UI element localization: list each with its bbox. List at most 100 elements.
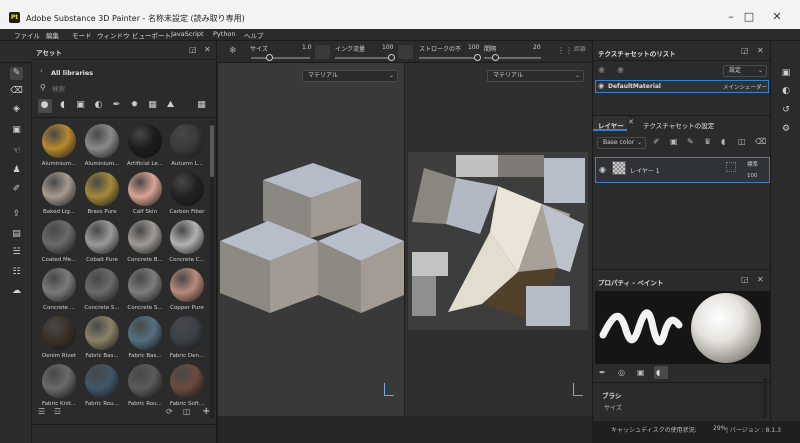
filter-filter-icon[interactable]: ◐ <box>93 100 104 111</box>
smart-material-filter-icon[interactable]: ◖ <box>57 100 68 111</box>
sort-icon[interactable]: ☰ <box>38 407 45 416</box>
asset-thumbnail[interactable] <box>85 268 119 302</box>
asset-thumbnail[interactable] <box>170 316 204 350</box>
layer-row[interactable]: ◉ レイヤー 1 標準 100 <box>595 157 770 183</box>
smudge-icon[interactable]: ☜ <box>10 145 23 158</box>
library-selector[interactable]: All libraries <box>51 69 93 77</box>
asset-thumbnail[interactable] <box>128 364 162 398</box>
asset-thumbnail[interactable] <box>170 268 204 302</box>
texture-filter-icon[interactable]: ▦ <box>147 100 158 111</box>
visibility-icon[interactable]: ◉ <box>617 65 624 74</box>
search-input[interactable] <box>52 83 212 94</box>
particle-filter-icon[interactable]: ✹ <box>129 100 140 111</box>
asset-thumbnail[interactable] <box>85 316 119 350</box>
flow-slider-handle[interactable] <box>388 54 395 61</box>
texture-set-row[interactable]: ◉ DefaultMaterial メインシェーダー <box>595 80 769 93</box>
eye-icon[interactable]: ◉ <box>598 65 605 74</box>
asset-thumbnail[interactable] <box>128 316 162 350</box>
geometry-mask-icon[interactable]: ▣ <box>10 124 23 137</box>
stencil-icon[interactable]: ▣ <box>637 368 645 377</box>
mask-filter-icon[interactable]: ▣ <box>75 100 86 111</box>
blend-mode[interactable]: 標準 <box>747 160 758 168</box>
channel-dropdown[interactable]: Base color ⌄ <box>597 137 646 149</box>
render-icon[interactable]: ▤ <box>10 228 23 241</box>
document-icon[interactable]: ☷ <box>10 266 23 279</box>
grid-view-icon[interactable]: ▦ <box>196 100 207 111</box>
float-panel-icon[interactable]: ◲ <box>741 275 749 284</box>
alpha-icon[interactable]: ◎ <box>618 368 625 377</box>
folder-icon[interactable]: ◫ <box>183 407 191 416</box>
add-effect-icon[interactable]: ✐ <box>653 137 660 146</box>
brush-filter-icon[interactable]: ✒ <box>111 100 122 111</box>
menu-javascript[interactable]: JavaScript <box>171 30 204 38</box>
clone-icon[interactable]: ♟ <box>10 164 23 177</box>
layer-mask-slot[interactable] <box>726 162 736 172</box>
shelf-icon[interactable]: ☱ <box>10 246 23 259</box>
asset-thumbnail[interactable] <box>128 268 162 302</box>
display-settings-icon[interactable]: ☁ <box>10 285 23 298</box>
stroke-opacity-slider[interactable] <box>419 57 479 59</box>
flow-value[interactable]: 100 <box>382 44 393 51</box>
display-icon[interactable]: ◐ <box>779 84 793 98</box>
spacing-value[interactable]: 20 <box>533 44 541 51</box>
add-paint-layer-icon[interactable]: ✎ <box>687 137 694 146</box>
float-panel-icon[interactable]: ◲ <box>189 45 197 54</box>
lazy-mouse-icon[interactable]: ⋮⋮ <box>557 46 573 58</box>
flow-slider[interactable] <box>335 57 393 59</box>
material-icon[interactable]: ◖ <box>656 368 660 377</box>
size-slider[interactable] <box>251 57 310 59</box>
add-icon[interactable]: + <box>202 406 210 417</box>
asset-thumbnail[interactable] <box>85 364 119 398</box>
close-panel-icon[interactable]: ✕ <box>204 45 211 54</box>
projection-icon[interactable]: ◈ <box>10 103 23 116</box>
menu-window[interactable]: ウィンドウ <box>97 30 130 40</box>
menu-edit[interactable]: 編集 <box>46 30 59 40</box>
environment-filter-icon[interactable]: ⛰ <box>165 100 176 111</box>
asset-thumbnail[interactable] <box>42 220 76 254</box>
asset-thumbnail[interactable] <box>85 220 119 254</box>
close-panel-icon[interactable]: ✕ <box>757 46 764 55</box>
size-value[interactable]: 1.0 <box>302 44 312 51</box>
asset-thumbnail[interactable] <box>128 124 162 158</box>
asset-thumbnail[interactable] <box>128 172 162 206</box>
close-panel-icon[interactable]: ✕ <box>757 275 764 284</box>
layer-name[interactable]: レイヤー 1 <box>630 166 660 175</box>
stroke-opacity-slider-handle[interactable] <box>474 54 481 61</box>
flow-pressure-button[interactable] <box>398 45 413 59</box>
menu-help[interactable]: ヘルプ <box>244 30 264 40</box>
material-dropdown-2d[interactable]: マテリアル ⌄ <box>487 70 584 82</box>
float-panel-icon[interactable]: ◲ <box>741 46 749 55</box>
texture-set-icon[interactable]: ▣ <box>779 66 793 80</box>
brush-preset-icon[interactable]: ❄ <box>229 46 241 58</box>
stroke-opacity-value[interactable]: 100 <box>468 44 479 51</box>
add-folder-icon[interactable]: ◫ <box>738 137 746 146</box>
spacing-slider-handle[interactable] <box>492 54 499 61</box>
material-filter-icon[interactable]: ● <box>39 100 50 111</box>
paint-brush-icon[interactable]: ✎ <box>10 67 23 80</box>
asset-thumbnail[interactable] <box>170 124 204 158</box>
asset-thumbnail[interactable] <box>85 172 119 206</box>
asset-thumbnail[interactable] <box>42 124 76 158</box>
refresh-icon[interactable]: ⟳ <box>166 407 173 416</box>
brush-icon[interactable]: ✒ <box>599 368 606 377</box>
asset-thumbnail[interactable] <box>85 124 119 158</box>
viewport-3d[interactable]: マテリアル ⌄ <box>218 63 404 416</box>
assets-scrollbar-thumb[interactable] <box>210 125 214 177</box>
tab-texture-set-settings[interactable]: テクスチャセットの設定 <box>643 120 714 130</box>
asset-thumbnail[interactable] <box>128 220 162 254</box>
asset-thumbnail[interactable] <box>170 172 204 206</box>
color-picker-icon[interactable]: ✐ <box>10 183 23 196</box>
eye-icon[interactable]: ◉ <box>599 165 606 174</box>
properties-scrollbar[interactable] <box>763 378 767 418</box>
asset-thumbnail[interactable] <box>42 268 76 302</box>
asset-thumbnail[interactable] <box>170 220 204 254</box>
menu-viewport[interactable]: ビューポート <box>132 30 171 40</box>
menu-file[interactable]: ファイル <box>14 30 40 40</box>
eraser-icon[interactable]: ⌫ <box>10 85 23 98</box>
asset-thumbnail[interactable] <box>42 172 76 206</box>
menu-python[interactable]: Python <box>213 30 236 38</box>
texture-set-settings-dropdown[interactable]: 設定 ⌄ <box>723 65 767 77</box>
list-view-icon[interactable]: ☲ <box>54 407 61 416</box>
chevron-right-icon[interactable]: › <box>40 67 43 75</box>
add-fill-layer-icon[interactable]: ♛ <box>704 137 711 146</box>
